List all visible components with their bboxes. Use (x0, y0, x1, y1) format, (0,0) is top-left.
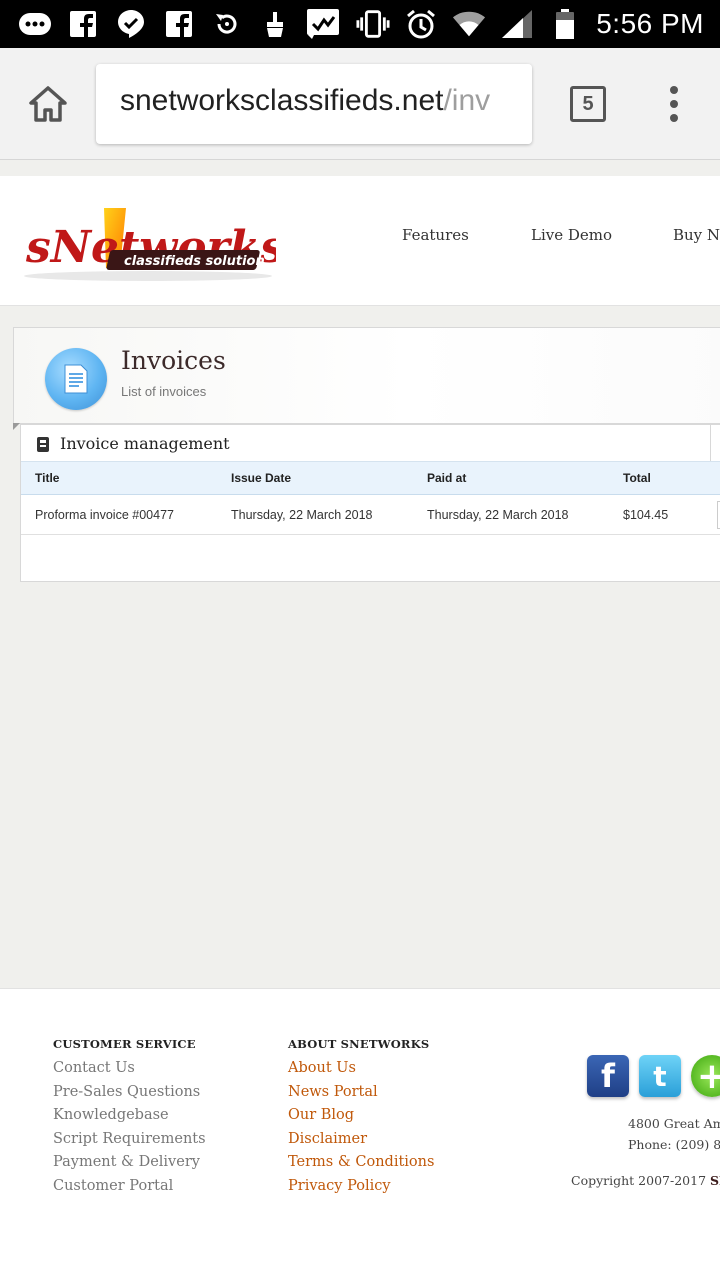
footer-link-terms-conditions[interactable]: Terms & Conditions (288, 1151, 434, 1175)
page-subtitle: List of invoices (121, 384, 207, 399)
site-footer: CUSTOMER SERVICE Contact Us Pre-Sales Qu… (0, 988, 720, 1280)
messages-icon (18, 8, 52, 40)
nav-live-demo[interactable]: Live Demo (531, 226, 612, 244)
social-links: f t + (587, 1055, 720, 1097)
invoice-issue-date: Thursday, 22 March 2018 (231, 507, 373, 522)
url-path: /inv (443, 84, 491, 117)
invoice-document-icon (45, 348, 107, 410)
facebook-icon[interactable]: f (587, 1055, 629, 1097)
invoice-management-panel: Invoice management Title Issue Date Paid… (20, 424, 720, 582)
footer-link-disclaimer[interactable]: Disclaimer (288, 1128, 434, 1152)
url-domain: snetworksclassifieds.net (120, 84, 444, 117)
cleaner-icon (258, 8, 292, 40)
footer-address: 4800 Great Ame Phone: (209) 8 (628, 1113, 720, 1155)
footer-link-contact-us[interactable]: Contact Us (53, 1057, 206, 1081)
footer-link-pre-sales-questions[interactable]: Pre-Sales Questions (53, 1081, 206, 1105)
column-header-paid-at[interactable]: Paid at (427, 462, 466, 494)
footer-link-payment-delivery[interactable]: Payment & Delivery (53, 1151, 206, 1175)
url-fade (492, 64, 532, 144)
nav-features[interactable]: Features (402, 226, 469, 244)
footer-link-script-requirements[interactable]: Script Requirements (53, 1128, 206, 1152)
menu-dot (670, 86, 678, 94)
wifi-icon (452, 8, 486, 40)
phone-line: Phone: (209) 8 (628, 1137, 720, 1152)
vibrate-icon (356, 8, 390, 40)
add-icon[interactable]: + (691, 1055, 720, 1097)
site-header: sNetworks classifieds solution Features … (0, 176, 720, 306)
column-header-total[interactable]: Total (623, 462, 651, 494)
panel-title: Invoice management (60, 434, 230, 453)
copyright-text: Copyright 2007-2017 (571, 1173, 707, 1188)
nav-buy-now[interactable]: Buy Now (673, 226, 720, 244)
system-status: 5:56 PM (356, 4, 704, 44)
footer-link-knowledgebase[interactable]: Knowledgebase (53, 1104, 206, 1128)
overflow-menu-button[interactable] (664, 86, 684, 122)
address-bar[interactable]: snetworksclassifieds.net/inv (96, 64, 532, 144)
alarm-icon (404, 8, 438, 40)
battery-icon (548, 8, 582, 40)
home-icon (29, 86, 67, 122)
notification-icons (18, 6, 340, 42)
footer-link-privacy-policy[interactable]: Privacy Policy (288, 1175, 434, 1199)
check-icon (306, 8, 340, 40)
footer-heading: ABOUT SNETWORKS (288, 1037, 430, 1051)
footer-link-our-blog[interactable]: Our Blog (288, 1104, 434, 1128)
invoice-icon (37, 437, 49, 452)
menu-dot (670, 114, 678, 122)
footer-link-news-portal[interactable]: News Portal (288, 1081, 434, 1105)
table-row[interactable]: Proforma invoice #00477 Thursday, 22 Mar… (21, 495, 720, 535)
status-bar: 5:56 PM (0, 0, 720, 48)
page-title: Invoices (121, 346, 226, 375)
footer-heading: CUSTOMER SERVICE (53, 1037, 196, 1051)
column-header-issue-date[interactable]: Issue Date (231, 462, 291, 494)
signal-icon (500, 8, 534, 40)
footer-customer-service: CUSTOMER SERVICE Contact Us Pre-Sales Qu… (53, 1037, 206, 1198)
logo-tagline: classifieds solution (124, 254, 265, 269)
invoice-paid-at: Thursday, 22 March 2018 (427, 507, 569, 522)
panel-header: Invoice management (21, 425, 711, 461)
footer-link-customer-portal[interactable]: Customer Portal (53, 1175, 206, 1199)
invoice-title[interactable]: Proforma invoice #00477 (35, 495, 174, 534)
facebook-icon (66, 8, 100, 40)
copyright-brand: SNe (710, 1173, 720, 1188)
address-line: 4800 Great Ame (628, 1116, 720, 1131)
column-header-title[interactable]: Title (35, 462, 59, 494)
sync-icon (210, 8, 244, 40)
site-logo[interactable]: sNetworks classifieds solution (20, 204, 276, 284)
facebook-icon (162, 8, 196, 40)
menu-dot (670, 100, 678, 108)
footer-link-about-us[interactable]: About Us (288, 1057, 434, 1081)
clock: 5:56 PM (596, 8, 704, 39)
home-button[interactable] (22, 78, 74, 130)
invoices-table: Title Issue Date Paid at Total Proforma … (21, 461, 720, 535)
ribbon-corner (13, 423, 20, 430)
hangouts-icon (114, 8, 148, 40)
tab-switcher-button[interactable]: 5 (570, 86, 606, 122)
footer-about: ABOUT SNETWORKS About Us News Portal Our… (288, 1037, 434, 1198)
table-header: Title Issue Date Paid at Total (21, 461, 720, 495)
twitter-icon[interactable]: t (639, 1055, 681, 1097)
page-header: Invoices List of invoices (13, 327, 720, 424)
browser-toolbar: snetworksclassifieds.net/inv 5 (0, 48, 720, 160)
copyright: Copyright 2007-2017 SNe (571, 1173, 720, 1188)
invoice-total: $104.45 (623, 507, 669, 522)
